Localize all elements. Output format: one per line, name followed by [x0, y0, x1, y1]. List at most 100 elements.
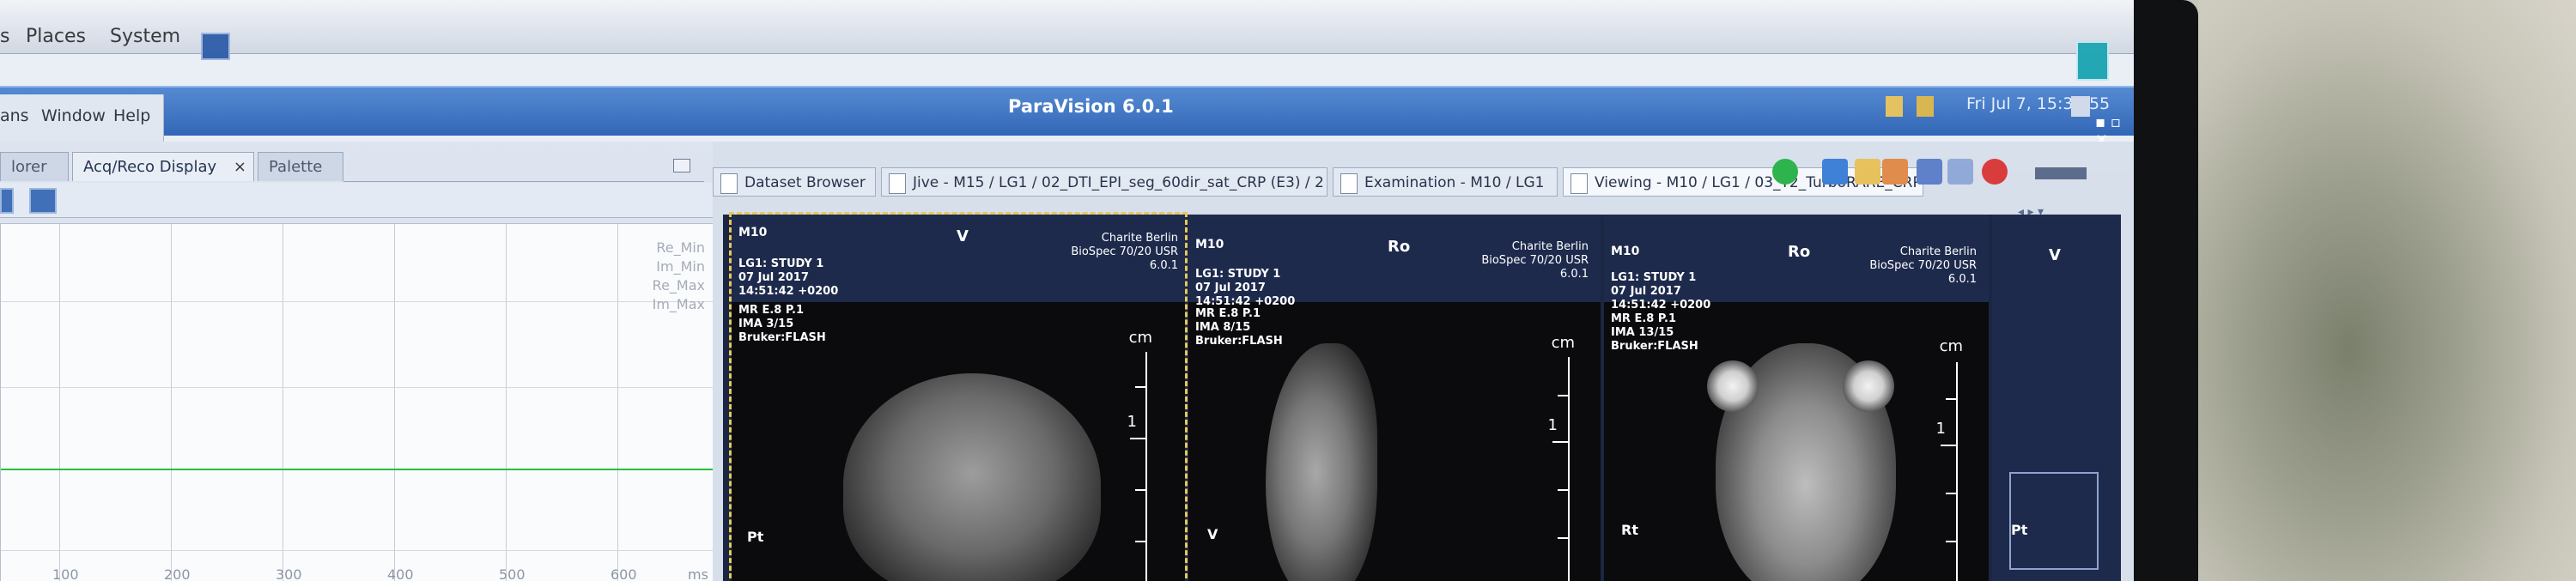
eye-region	[1707, 360, 1759, 412]
document-icon	[1571, 173, 1588, 194]
frame-orientation: Ro	[1388, 238, 1411, 256]
tab-palette[interactable]: Palette	[258, 152, 343, 181]
brain-image-coronal	[843, 373, 1101, 581]
scale-ruler	[1956, 362, 1958, 581]
frame-unit: cm	[1551, 334, 1575, 352]
grid-line	[59, 224, 60, 581]
system-menu[interactable]: System	[110, 26, 180, 47]
grid-line	[617, 224, 618, 581]
ruler-tick	[1558, 395, 1570, 396]
x-tick: 300	[276, 566, 302, 581]
ruler-tick	[1135, 541, 1147, 542]
grid-line	[171, 224, 172, 581]
frame-study: LG1: STUDY 1	[1195, 268, 1281, 281]
app-menubar: ans Window Help	[0, 94, 164, 142]
user-icon[interactable]	[1917, 159, 1942, 185]
strip-orientation: V	[2049, 246, 2061, 264]
frame-corner-label: Rt	[1621, 522, 1638, 538]
strip-corner-label: Pt	[2011, 522, 2028, 538]
ruler-tick	[1941, 445, 1958, 446]
tab-acq-reco-display[interactable]: Acq/Reco Display ×	[72, 152, 254, 181]
app-logo-icon	[2076, 41, 2109, 81]
frame-sequence: Bruker:FLASH	[1195, 335, 1283, 348]
scale-ruler	[1568, 357, 1570, 581]
tab-explorer[interactable]: lorer	[0, 152, 69, 181]
frame-sequence: Bruker:FLASH	[1611, 340, 1698, 353]
bruker-logo	[2035, 167, 2087, 179]
menu-item-window[interactable]: Window	[41, 106, 106, 125]
frame-time: 14:51:42 +0200	[1611, 299, 1711, 312]
minimize-panel-icon[interactable]	[673, 159, 690, 172]
frame-unit: cm	[1128, 329, 1152, 347]
frame-scanner: BioSpec 70/20 USR	[1481, 254, 1589, 267]
frame-time: 14:51:42 +0200	[1195, 295, 1296, 308]
launcher-icon[interactable]	[201, 33, 230, 60]
network-icon[interactable]	[1917, 96, 1934, 117]
monitor-bezel: s Places System ParaVision 6.0.1 Fri Jul…	[0, 0, 2198, 581]
grid-icon[interactable]	[1947, 159, 1973, 185]
ruler-tick	[1552, 441, 1570, 443]
x-tick: 600	[611, 566, 637, 581]
frame-version: 6.0.1	[1947, 273, 1977, 286]
stop-icon[interactable]	[1982, 159, 2008, 185]
frame-series: MR E.8 P.1	[738, 304, 804, 317]
frame-site: Charite Berlin	[1101, 232, 1178, 245]
menu-item-programs[interactable]: ans	[0, 106, 29, 125]
home-icon[interactable]	[1882, 159, 1908, 185]
menu-item-help[interactable]: Help	[113, 106, 150, 125]
document-icon	[889, 173, 906, 194]
brain-image-sagittal	[1266, 343, 1377, 581]
table-view-icon[interactable]	[29, 188, 57, 214]
tab-label: lorer	[11, 158, 47, 176]
tab-examination[interactable]: Examination - M10 / LG1	[1333, 167, 1558, 197]
mri-frame-coronal[interactable]: M10 V Charite Berlin BioSpec 70/20 USR 6…	[729, 212, 1188, 581]
edit-icon[interactable]	[1822, 159, 1848, 185]
mri-frame-axial[interactable]: M10 Ro Charite Berlin BioSpec 70/20 USR …	[1604, 215, 1989, 581]
grid-line	[506, 224, 507, 581]
x-unit: ms	[688, 566, 708, 581]
tab-label: Acq/Reco Display	[83, 158, 217, 176]
ruler-tick	[1135, 386, 1147, 388]
frame-subject: M10	[1611, 245, 1640, 258]
frame-orientation: Ro	[1788, 243, 1811, 261]
image-viewer[interactable]: M10 V Charite Berlin BioSpec 70/20 USR 6…	[723, 212, 2121, 581]
frame-scale: 1	[1935, 420, 1946, 438]
signal-plot[interactable]: Re_Min Im_Min Re_Max Im_Max 100 200 300 …	[0, 223, 721, 581]
frame-scale: 1	[1547, 416, 1558, 434]
legend-im-min: Im_Min	[656, 258, 705, 275]
toolbar-button-icon[interactable]	[0, 188, 14, 214]
close-icon[interactable]: ×	[234, 153, 246, 182]
tab-label: Examination - M10 / LG1	[1364, 174, 1545, 191]
tab-dataset-browser[interactable]: Dataset Browser	[713, 167, 876, 197]
volume-icon[interactable]	[2071, 96, 2090, 117]
applications-menu[interactable]: s	[0, 26, 9, 47]
left-toolbar	[0, 183, 713, 218]
frame-version: 6.0.1	[1559, 268, 1589, 281]
ruler-tick	[1946, 493, 1958, 494]
ruler-tick	[1135, 489, 1147, 491]
localizer-thumbnail[interactable]	[2009, 472, 2099, 570]
lock-icon[interactable]	[1855, 159, 1880, 185]
lock-icon[interactable]	[1886, 96, 1903, 117]
legend-im-max: Im_Max	[652, 296, 705, 312]
frame-site: Charite Berlin	[1899, 245, 1977, 258]
grid-line	[1, 301, 720, 302]
eye-region	[1843, 360, 1894, 412]
frame-subject: M10	[1195, 238, 1224, 251]
grid-line	[1, 550, 720, 551]
refresh-icon[interactable]	[1772, 159, 1798, 185]
frame-unit: cm	[1939, 337, 1963, 355]
legend-re-max: Re_Max	[652, 277, 705, 294]
left-panel: lorer Acq/Reco Display × Palette Re_Min …	[0, 142, 721, 581]
grid-line	[394, 224, 395, 581]
frame-image-index: IMA 13/15	[1611, 326, 1674, 339]
tab-label: Jive - M15 / LG1 / 02_DTI_EPI_seg_60dir_…	[913, 174, 1324, 191]
tab-jive[interactable]: Jive - M15 / LG1 / 02_DTI_EPI_seg_60dir_…	[881, 167, 1327, 197]
viewer-side-strip[interactable]: V Pt	[1992, 215, 2121, 581]
ruler-tick	[1946, 541, 1958, 542]
x-tick: 100	[52, 566, 79, 581]
ruler-tick	[1558, 489, 1570, 491]
mri-frame-sagittal[interactable]: M10 Ro Charite Berlin BioSpec 70/20 USR …	[1188, 215, 1601, 581]
frame-image-index: IMA 8/15	[1195, 321, 1251, 334]
places-menu[interactable]: Places	[26, 26, 86, 47]
